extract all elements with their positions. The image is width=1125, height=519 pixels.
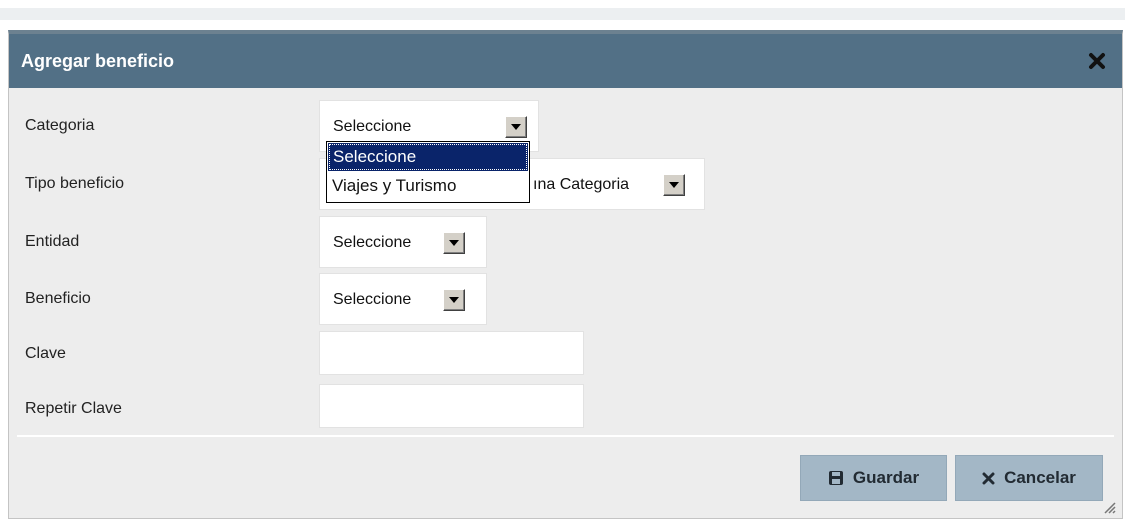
categoria-dropdown-list: Seleccione Viajes y Turismo — [326, 141, 530, 203]
dropdown-option[interactable]: Seleccione — [328, 143, 528, 171]
entidad-select[interactable]: Seleccione — [333, 232, 465, 254]
repetir-clave-input[interactable] — [319, 384, 584, 428]
repetir-clave-label: Repetir Clave — [25, 400, 122, 417]
background-strip — [0, 8, 1125, 20]
close-icon — [982, 472, 995, 485]
beneficio-label: Beneficio — [25, 290, 91, 307]
cancelar-label: Cancelar — [1004, 468, 1076, 487]
categoria-label: Categoria — [25, 117, 95, 134]
resize-handle[interactable] — [1102, 500, 1116, 514]
clave-label: Clave — [25, 345, 66, 362]
categoria-select-value: Seleccione — [333, 118, 412, 135]
dialog-titlebar[interactable]: Agregar beneficio — [9, 34, 1122, 88]
chevron-down-icon[interactable] — [505, 116, 527, 138]
add-benefit-dialog: Agregar beneficio Categoria Seleccione T… — [8, 30, 1123, 519]
close-button[interactable] — [1084, 48, 1110, 74]
categoria-select[interactable]: Seleccione — [333, 116, 527, 138]
chevron-down-icon[interactable] — [443, 232, 465, 254]
tipo-beneficio-select-value: ına Categoria — [533, 176, 630, 193]
beneficio-select-value: Seleccione — [333, 291, 412, 308]
entidad-select-value: Seleccione — [333, 234, 412, 251]
guardar-button[interactable]: Guardar — [800, 455, 947, 501]
tipo-beneficio-select[interactable]: ına Categoria — [533, 174, 685, 196]
dropdown-option[interactable]: Viajes y Turismo — [327, 172, 529, 200]
close-icon — [1089, 53, 1105, 69]
guardar-label: Guardar — [852, 468, 920, 487]
footer-divider — [17, 435, 1114, 437]
save-icon — [828, 470, 844, 486]
chevron-down-icon[interactable] — [663, 174, 685, 196]
entidad-label: Entidad — [25, 233, 80, 250]
beneficio-select[interactable]: Seleccione — [333, 289, 465, 311]
tipo-beneficio-label: Tipo beneficio — [25, 175, 125, 192]
cancelar-button[interactable]: Cancelar — [955, 455, 1103, 501]
chevron-down-icon[interactable] — [443, 289, 465, 311]
dialog-title: Agregar beneficio — [21, 50, 175, 71]
clave-input[interactable] — [319, 331, 584, 375]
